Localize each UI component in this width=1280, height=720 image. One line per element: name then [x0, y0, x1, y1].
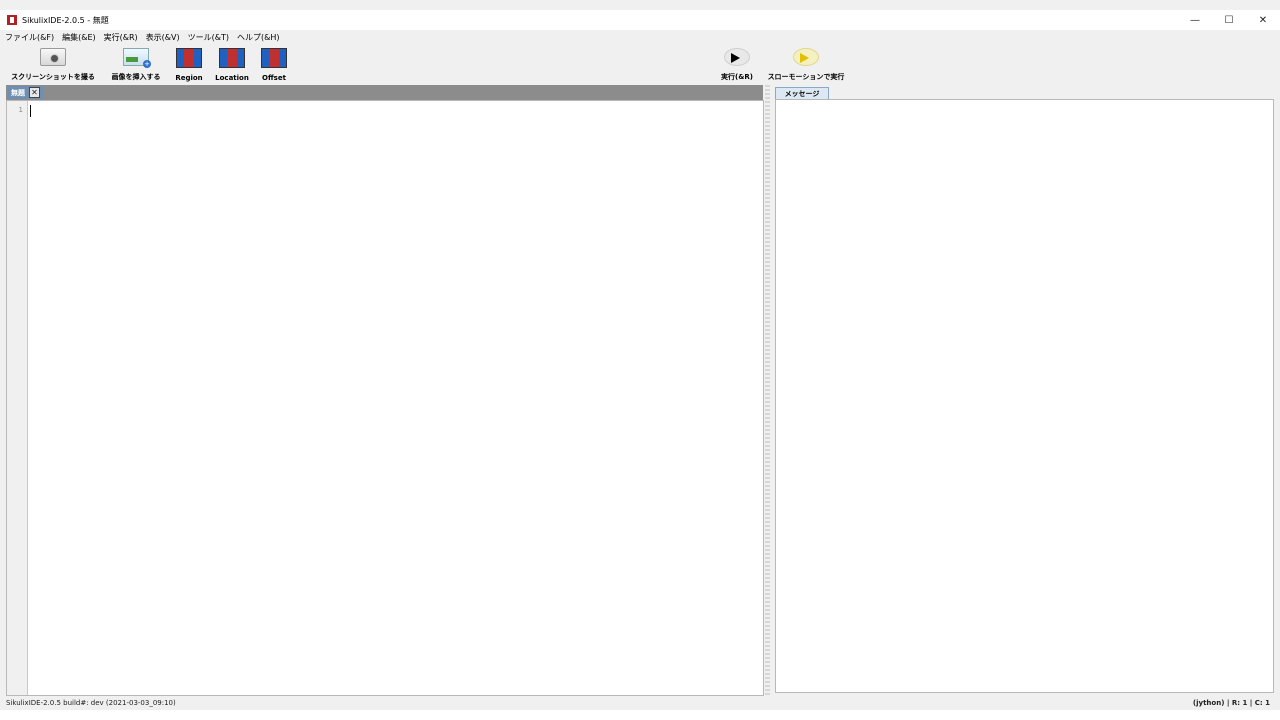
status-bar: SikulixIDE-2.0.5 build#: dev (2021-03-03…	[0, 697, 1280, 709]
menu-bar: ファイル(&F) 編集(&E) 実行(&R) 表示(&V) ツール(&T) ヘル…	[0, 31, 1280, 44]
region-label: Region	[175, 74, 203, 82]
insert-image-label: 画像を挿入する	[111, 73, 161, 81]
window-title: SikulixIDE-2.0.5 - 無題	[22, 15, 109, 25]
insert-image-button[interactable]: 画像を挿入する	[108, 48, 164, 82]
menu-view[interactable]: 表示(&V)	[142, 31, 184, 44]
screenshot-button[interactable]: スクリーンショットを撮る	[8, 48, 98, 82]
region-icon	[176, 48, 202, 68]
slow-run-button[interactable]: スローモーションで実行	[764, 48, 848, 82]
toolbar: スクリーンショットを撮る 画像を挿入する Region Location Off…	[0, 46, 1280, 84]
window-bottom-edge	[0, 710, 1280, 720]
message-panel[interactable]	[775, 99, 1274, 693]
message-tab-bar: メッセージ	[775, 86, 1273, 101]
code-editor[interactable]: 1	[6, 100, 764, 696]
location-icon	[219, 48, 245, 68]
app-window: SikulixIDE-2.0.5 - 無題 — ☐ ✕ ファイル(&F) 編集(…	[0, 0, 1280, 720]
location-button[interactable]: Location	[214, 48, 250, 82]
run-button[interactable]: 実行(&R)	[720, 48, 754, 82]
window-controls: — ☐ ✕	[1178, 10, 1280, 30]
cursor-position: (jython) | R: 1 | C: 1	[1192, 699, 1270, 707]
menu-help[interactable]: ヘルプ(&H)	[233, 31, 284, 44]
sikulix-app-icon	[7, 15, 17, 25]
line-number: 1	[18, 106, 23, 114]
offset-label: Offset	[262, 74, 286, 82]
panel-splitter[interactable]	[765, 85, 770, 695]
minimize-button[interactable]: —	[1178, 10, 1212, 30]
menu-edit[interactable]: 編集(&E)	[58, 31, 100, 44]
close-button[interactable]: ✕	[1246, 10, 1280, 30]
line-number-gutter: 1	[7, 101, 28, 695]
editor-tab[interactable]: 無題 ✕	[8, 86, 43, 99]
offset-button[interactable]: Offset	[260, 48, 288, 82]
slow-play-icon	[793, 48, 819, 66]
camera-icon	[40, 48, 66, 66]
close-tab-icon[interactable]: ✕	[29, 87, 40, 98]
menu-tools[interactable]: ツール(&T)	[184, 31, 233, 44]
text-caret	[30, 105, 31, 117]
menu-run[interactable]: 実行(&R)	[100, 31, 142, 44]
editor-tab-label: 無題	[11, 88, 25, 97]
region-button[interactable]: Region	[174, 48, 204, 82]
insert-image-icon	[123, 48, 151, 68]
slow-run-label: スローモーションで実行	[767, 73, 845, 81]
location-label: Location	[215, 74, 249, 82]
editor-tab-bar: 無題 ✕	[6, 85, 763, 100]
run-label: 実行(&R)	[721, 73, 753, 81]
title-bar: SikulixIDE-2.0.5 - 無題 — ☐ ✕	[0, 10, 1280, 30]
menu-file[interactable]: ファイル(&F)	[0, 31, 58, 44]
offset-icon	[261, 48, 287, 68]
maximize-button[interactable]: ☐	[1212, 10, 1246, 30]
screenshot-label: スクリーンショットを撮る	[11, 73, 95, 81]
play-icon	[724, 48, 750, 66]
build-info: SikulixIDE-2.0.5 build#: dev (2021-03-03…	[6, 699, 176, 707]
